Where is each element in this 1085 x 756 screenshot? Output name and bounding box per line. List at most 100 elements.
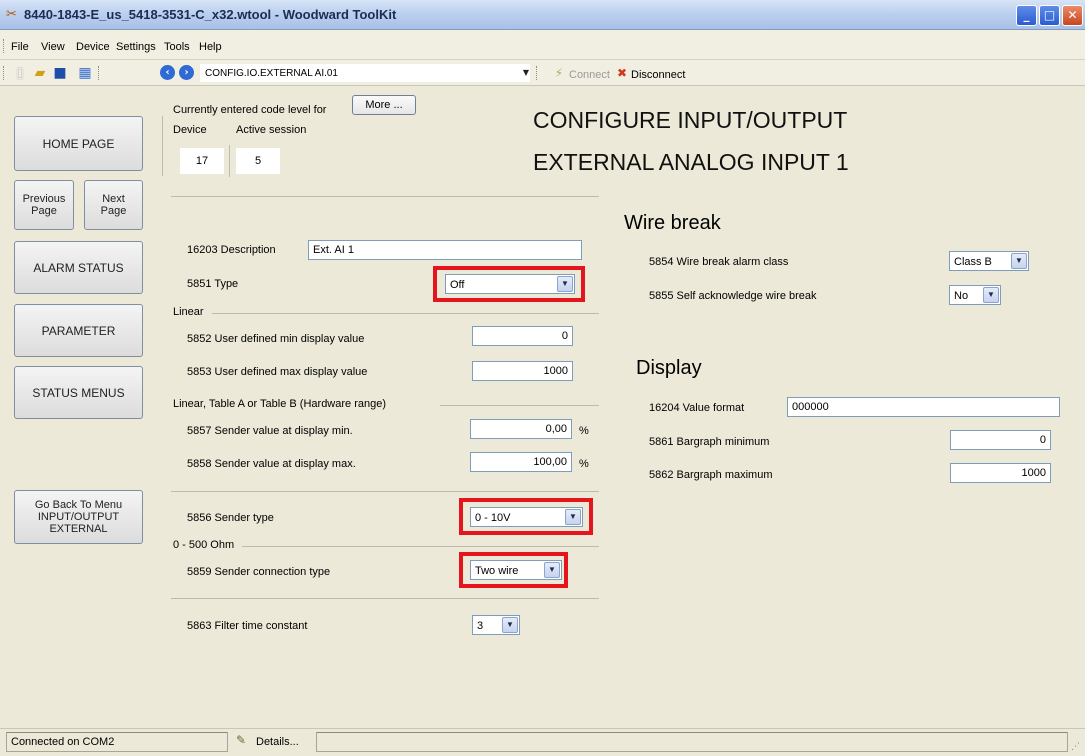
type-value: Off — [450, 279, 465, 291]
chevron-down-icon: ▼ — [983, 287, 999, 303]
open-folder-icon[interactable]: ▰ — [31, 64, 49, 82]
chevron-down-icon: ▼ — [557, 276, 573, 292]
hardware-range-group-label: Linear, Table A or Table B (Hardware ran… — [173, 398, 387, 410]
parameter-button[interactable]: PARAMETER — [14, 304, 143, 357]
chevron-down-icon: ▼ — [1011, 253, 1027, 269]
self-ack-select[interactable]: No ▼ — [949, 285, 1001, 305]
sender-max-unit: % — [579, 458, 589, 470]
new-file-icon[interactable]: ▯ — [11, 64, 29, 82]
sender-max-value: 100,00 — [533, 456, 567, 468]
menu-file[interactable]: File — [11, 41, 29, 53]
chevron-down-icon: ▼ — [565, 509, 581, 525]
display-heading: Display — [636, 357, 702, 379]
value-format-input[interactable]: 000000 — [787, 397, 1060, 417]
page-heading-line2: EXTERNAL ANALOG INPUT 1 — [533, 149, 849, 175]
sender-max-label: 5858 Sender value at display max. — [187, 458, 356, 470]
minimize-button[interactable]: _ — [1016, 5, 1037, 26]
save-icon[interactable]: ■ — [51, 64, 69, 82]
sender-min-input[interactable]: 0,00 — [470, 419, 572, 439]
connection-type-value: Two wire — [475, 565, 519, 577]
type-select[interactable]: Off ▼ — [445, 274, 575, 294]
min-display-label: 5852 User defined min display value — [187, 333, 365, 345]
page-heading-line1: CONFIGURE INPUT/OUTPUT — [533, 107, 848, 133]
sender-min-unit: % — [579, 425, 589, 437]
go-back-menu-button[interactable]: Go Back To Menu INPUT/OUTPUT EXTERNAL — [14, 490, 143, 544]
toolbar-grip — [3, 66, 6, 80]
self-ack-label: 5855 Self acknowledge wire break — [649, 290, 817, 302]
more-button[interactable]: More ... — [352, 95, 416, 115]
code-level-caption: Currently entered code level for — [173, 104, 327, 116]
status-menus-button[interactable]: STATUS MENUS — [14, 366, 143, 419]
back-arrow-icon[interactable]: ‹ — [160, 65, 175, 80]
sender-type-select[interactable]: 0 - 10V ▼ — [470, 507, 583, 527]
session-code-level: 5 — [236, 148, 280, 174]
resize-grip-icon[interactable]: ⋰ — [1071, 742, 1080, 752]
bargraph-max-input[interactable]: 1000 — [950, 463, 1051, 483]
details-button[interactable]: Details... — [256, 736, 299, 748]
toolbar-grip-2 — [536, 66, 539, 80]
active-session-label: Active session — [236, 124, 307, 136]
alarm-class-value: Class B — [954, 256, 992, 268]
ohm-group-line — [242, 546, 599, 547]
chevron-down-icon: ▼ — [544, 562, 560, 578]
page-address-select[interactable]: CONFIG.IO.EXTERNAL AI.01 — [200, 64, 530, 82]
menu-help[interactable]: Help — [199, 41, 222, 53]
value-format-label: 16204 Value format — [649, 402, 745, 414]
home-page-button[interactable]: HOME PAGE — [14, 116, 143, 171]
connection-type-label: 5859 Sender connection type — [187, 566, 331, 578]
chevron-down-icon[interactable]: ▼ — [520, 66, 532, 80]
alarm-class-select[interactable]: Class B ▼ — [949, 251, 1029, 271]
disconnect-icon: ✖ — [616, 66, 628, 80]
min-display-value: 0 — [561, 330, 568, 342]
value-format-value: 000000 — [792, 401, 829, 413]
code-level-separator — [229, 145, 230, 177]
bargraph-min-input[interactable]: 0 — [950, 430, 1051, 450]
menu-bar: File View Device Settings Tools Help — [0, 30, 1085, 60]
bargraph-min-label: 5861 Bargraph minimum — [649, 436, 770, 448]
chevron-down-icon: ▼ — [502, 617, 518, 633]
filter-separator — [171, 598, 599, 599]
bargraph-max-value: 1000 — [1021, 467, 1046, 479]
max-display-input[interactable]: 1000 — [472, 361, 573, 381]
filter-time-label: 5863 Filter time constant — [187, 620, 308, 632]
page-address-value: CONFIG.IO.EXTERNAL AI.01 — [205, 68, 338, 79]
title-bar: ✂ 8440-1843-E_us_5418-3531-C_x32.wtool -… — [0, 0, 1085, 30]
next-page-button[interactable]: Next Page — [84, 180, 143, 230]
sender-type-value: 0 - 10V — [475, 512, 511, 524]
connect-button[interactable]: Connect — [569, 69, 610, 81]
linear-group-label: Linear — [173, 306, 204, 318]
menu-view[interactable]: View — [41, 41, 65, 53]
toolbar-separator — [98, 66, 101, 80]
description-input[interactable]: Ext. AI 1 — [308, 240, 582, 260]
alarm-status-button[interactable]: ALARM STATUS — [14, 241, 143, 294]
min-display-input[interactable]: 0 — [472, 326, 573, 346]
previous-page-button[interactable]: Previous Page — [14, 180, 74, 230]
code-level-divider — [162, 116, 163, 176]
device-code-level: 17 — [180, 148, 224, 174]
window-title: 8440-1843-E_us_5418-3531-C_x32.wtool - W… — [24, 7, 397, 22]
bargraph-min-value: 0 — [1039, 434, 1046, 446]
maximize-button[interactable]: □ — [1039, 5, 1060, 26]
connection-status: Connected on COM2 — [6, 732, 228, 752]
menu-device[interactable]: Device — [76, 41, 110, 53]
linear-group-line — [212, 313, 599, 314]
details-icon: ✎ — [236, 733, 247, 747]
filter-time-value: 3 — [477, 620, 484, 632]
menu-tools[interactable]: Tools — [164, 41, 190, 53]
connect-icon: ⚡ — [554, 66, 564, 80]
forward-arrow-icon[interactable]: › — [179, 65, 194, 80]
disconnect-button[interactable]: Disconnect — [631, 69, 685, 81]
menu-settings[interactable]: Settings — [116, 41, 156, 53]
filter-time-select[interactable]: 3 ▼ — [472, 615, 520, 635]
properties-icon[interactable]: ▦ — [76, 64, 94, 82]
max-display-label: 5853 User defined max display value — [187, 366, 368, 378]
sender-min-label: 5857 Sender value at display min. — [187, 425, 353, 437]
connection-type-select[interactable]: Two wire ▼ — [470, 560, 562, 580]
header-separator — [171, 196, 599, 197]
type-label: 5851 Type — [187, 278, 239, 290]
close-button[interactable]: ✕ — [1062, 5, 1083, 26]
toolkit-app-icon: ✂ — [6, 7, 17, 22]
hardware-range-group-line — [440, 405, 599, 406]
sender-max-input[interactable]: 100,00 — [470, 452, 572, 472]
sender-min-value: 0,00 — [545, 423, 567, 435]
